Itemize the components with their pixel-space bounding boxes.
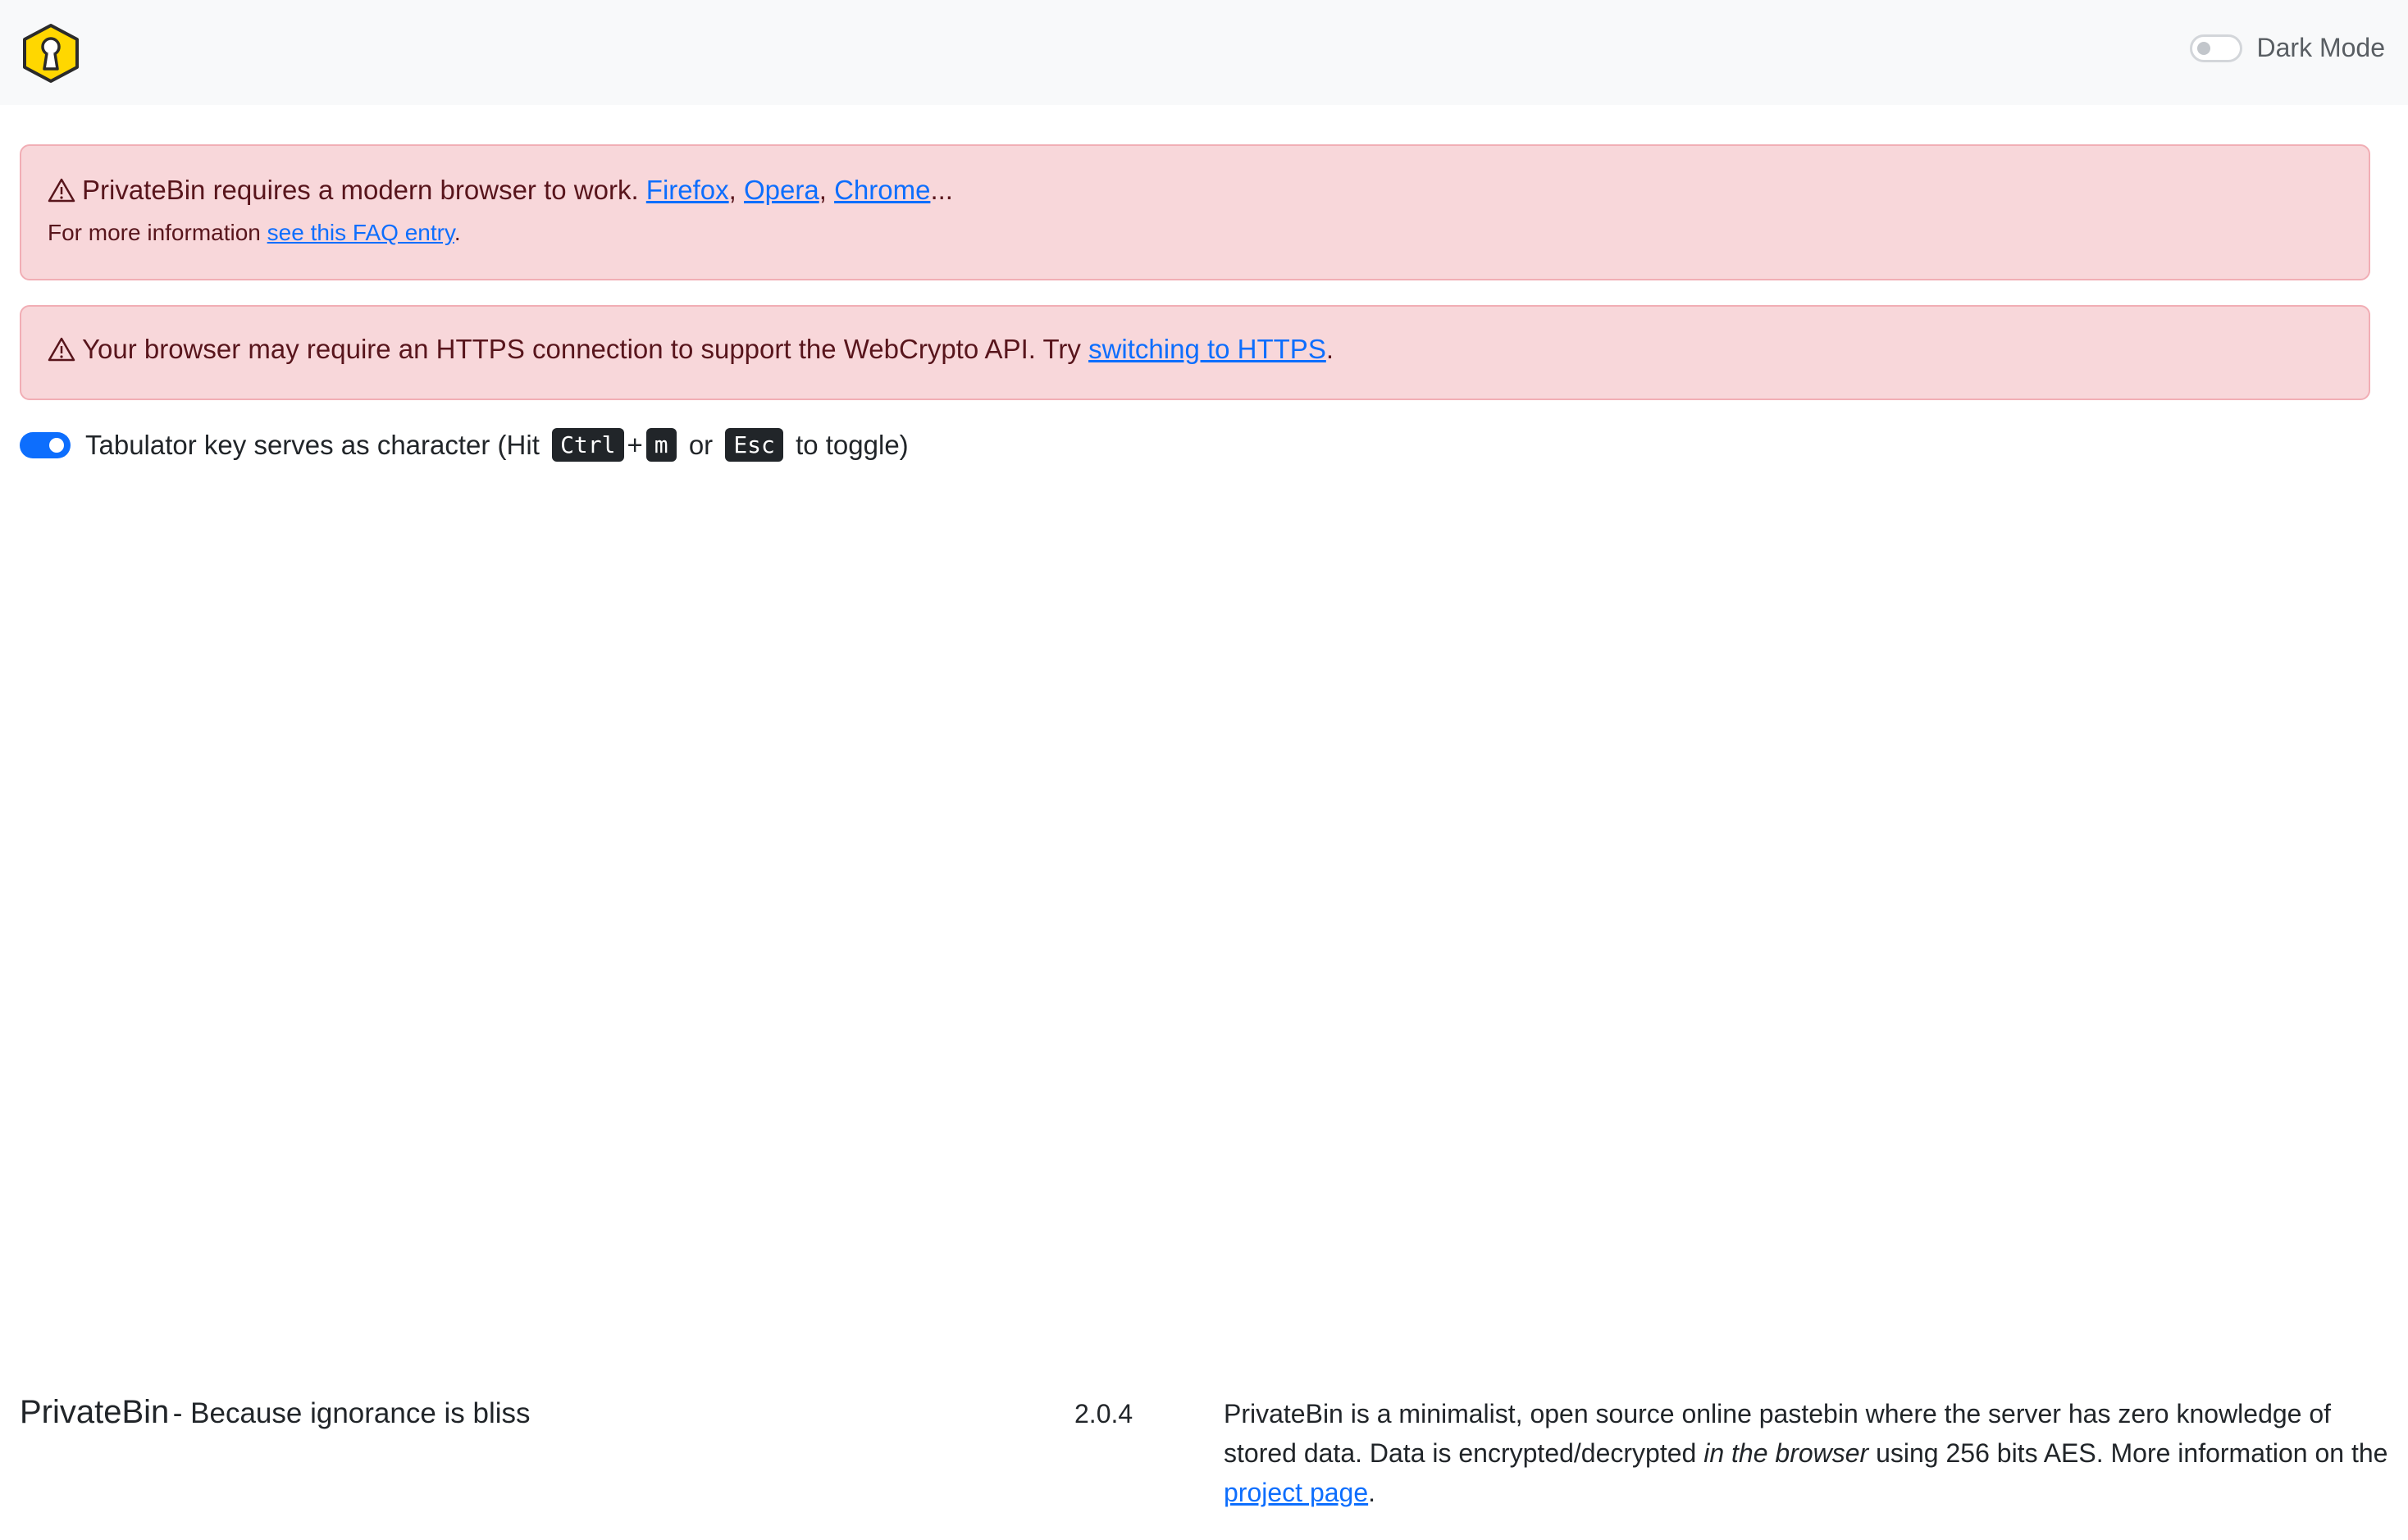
faq-link[interactable]: see this FAQ entry	[267, 220, 454, 245]
alert-message: PrivateBin requires a modern browser to …	[48, 175, 953, 206]
toggle-suffix: to toggle)	[796, 429, 909, 460]
alert-text: PrivateBin requires a modern browser to …	[82, 175, 639, 205]
warning-triangle-icon	[48, 178, 75, 203]
separator: ,	[819, 175, 827, 205]
chrome-link[interactable]: Chrome	[834, 175, 930, 206]
about-emphasis: in the browser	[1703, 1438, 1869, 1468]
https-alert: Your browser may require an HTTPS connec…	[20, 305, 2370, 400]
switch-to-https-link[interactable]: switching to HTTPS	[1088, 334, 1326, 365]
dark-mode-label: Dark Mode	[2256, 33, 2386, 62]
navbar: Dark Mode	[0, 0, 2408, 105]
alert-message: Your browser may require an HTTPS connec…	[48, 334, 1334, 365]
period: .	[1325, 334, 1334, 364]
more-info: For more information see this FAQ entry.	[48, 220, 461, 246]
version-number: 2.0.4	[1074, 1399, 1133, 1428]
plus-sign: +	[627, 429, 643, 460]
esc-key: Esc	[725, 428, 783, 462]
dark-mode-switch[interactable]	[2189, 34, 2242, 62]
alert-text: Your browser may require an HTTPS connec…	[82, 334, 1081, 364]
tabulator-label: Tabulator key serves as character (Hit	[85, 429, 540, 460]
tagline: - Because ignorance is bliss	[172, 1397, 531, 1429]
about-text: PrivateBin is a minimalist, open source …	[1224, 1394, 2388, 1512]
warning-triangle-icon	[48, 337, 75, 362]
opera-link[interactable]: Opera	[744, 175, 819, 206]
dark-mode-toggle[interactable]: Dark Mode	[2189, 33, 2386, 63]
period: .	[1368, 1478, 1376, 1507]
about-part2: using 256 bits AES. More information on …	[1876, 1438, 2388, 1468]
firefox-link[interactable]: Firefox	[646, 175, 729, 206]
app-name: PrivateBin	[20, 1394, 170, 1430]
modern-browser-alert: PrivateBin requires a modern browser to …	[20, 144, 2370, 280]
tabulator-switch[interactable]	[20, 431, 71, 458]
or-text: or	[688, 429, 714, 460]
switch-knob	[49, 437, 64, 453]
switch-knob	[2196, 41, 2210, 55]
ctrl-key: Ctrl	[552, 428, 624, 462]
period: .	[454, 220, 461, 245]
footer-title: PrivateBin - Because ignorance is bliss	[20, 1394, 531, 1431]
ellipsis: ...	[930, 175, 953, 205]
tabulator-toggle: Tabulator key serves as character (Hit C…	[20, 428, 909, 462]
m-key: m	[645, 428, 677, 462]
separator: ,	[728, 175, 737, 205]
keyhole-hexagon-icon[interactable]	[21, 23, 80, 84]
project-page-link[interactable]: project page	[1224, 1478, 1368, 1507]
more-info-text: For more information	[48, 220, 261, 245]
